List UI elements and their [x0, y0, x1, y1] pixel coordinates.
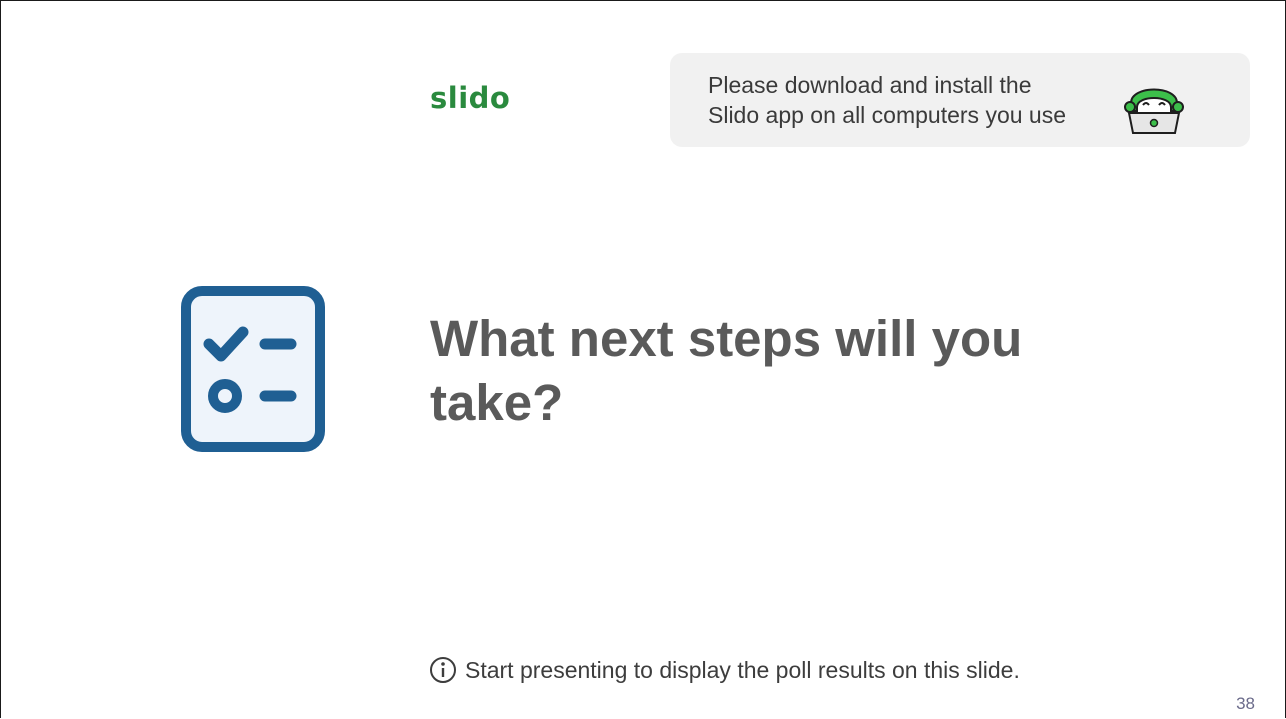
mascot-icon — [1124, 88, 1184, 134]
poll-question: What next steps will you take? — [430, 307, 1150, 435]
checklist-icon — [181, 286, 325, 452]
slide: slido Please download and install the Sl… — [0, 0, 1286, 718]
presenting-hint: Start presenting to display the poll res… — [429, 656, 1020, 684]
slido-logo: slido — [430, 81, 511, 115]
question-line-2: take? — [430, 374, 564, 431]
page-number: 38 — [1236, 694, 1255, 713]
banner-line-1: Please download and install the — [708, 72, 1032, 98]
banner-line-2: Slido app on all computers you use — [708, 102, 1066, 128]
question-line-1: What next steps will you — [430, 310, 1023, 367]
banner-text: Please download and install the Slido ap… — [708, 70, 1066, 130]
info-icon — [430, 657, 456, 683]
download-banner: Please download and install the Slido ap… — [670, 53, 1250, 147]
hint-text: Start presenting to display the poll res… — [465, 656, 1020, 683]
